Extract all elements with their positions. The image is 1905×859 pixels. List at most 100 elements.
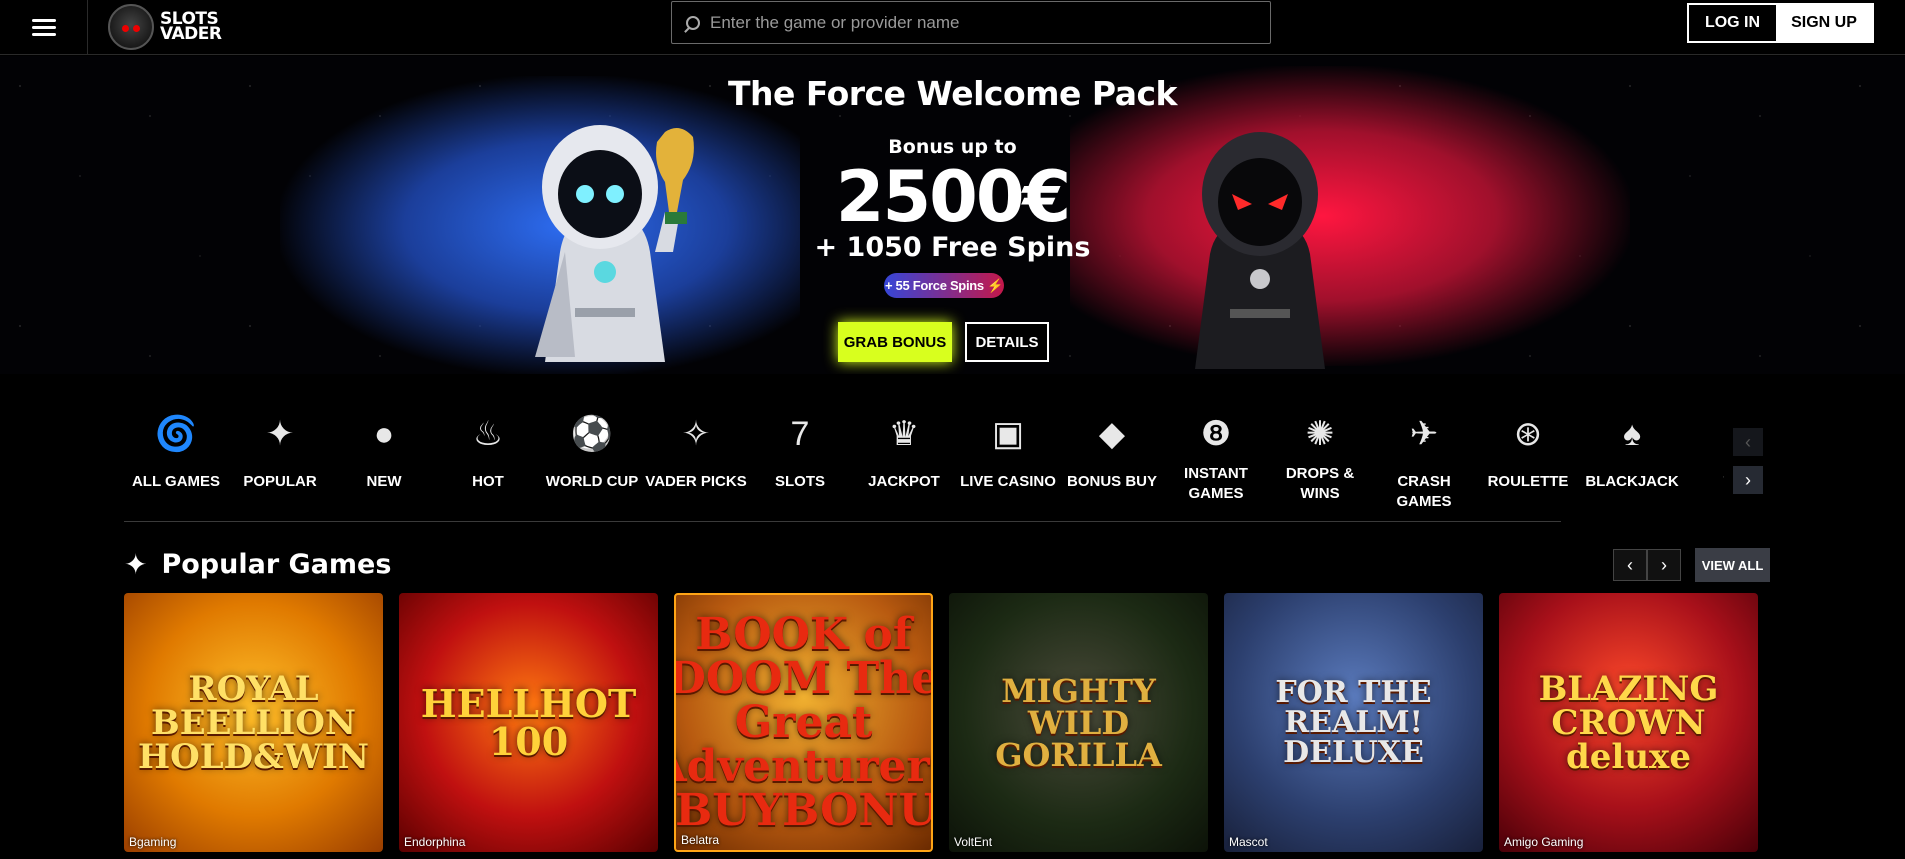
popular-games-controls: ‹ › VIEW ALL [1613, 548, 1770, 582]
category-label: DROPS & WINS [1285, 465, 1355, 502]
site-logo[interactable]: SLOTS VADER [108, 2, 222, 52]
category-label: ALL GAMES [131, 473, 221, 490]
game-card[interactable]: FOR THE REALM! DELUXE Mascot [1224, 593, 1483, 852]
game-title-art: FOR THE REALM! DELUXE [1275, 674, 1432, 770]
chevron-right-icon: › [1661, 554, 1667, 575]
galaxy-icon: 🌀 [154, 415, 198, 453]
games-prev-button[interactable]: ‹ [1613, 549, 1647, 581]
category-label: HOT [472, 473, 504, 490]
category-new[interactable]: ● NEW [332, 410, 436, 520]
game-provider: Belatra [681, 833, 720, 847]
category-label: VADER PICKS [645, 473, 747, 490]
category-label: BLACKJACK [1585, 473, 1679, 490]
login-button[interactable]: LOG IN [1689, 5, 1776, 41]
grab-bonus-button[interactable]: GRAB BONUS [838, 322, 952, 362]
category-label: JACKPOT [868, 473, 940, 490]
game-card[interactable]: BOOK of DOOM The Great Adventurers #BUYB… [674, 593, 933, 852]
vader-helmet-logo-icon [108, 4, 154, 50]
world-cup-2026-icon: ⚽ [570, 415, 614, 453]
menu-hamburger-button[interactable] [0, 0, 88, 55]
category-label: LIVE CASINO [960, 473, 1056, 490]
diamond-dollar-icon: ◆ [1098, 415, 1126, 453]
game-card[interactable]: MIGHTY WILD GORILLA VoltEnt [949, 593, 1208, 852]
logo-line-2: VADER [160, 24, 222, 44]
category-scroll-arrows: ‹ › [1733, 428, 1763, 504]
game-provider: Mascot [1229, 835, 1268, 849]
signup-button[interactable]: SIGN UP [1776, 5, 1872, 41]
chevron-left-icon: ‹ [1627, 554, 1633, 575]
sparkle-icon: ✦ [265, 415, 295, 453]
roulette-wheel-icon: ⊛ [1513, 415, 1543, 453]
category-label: SLOTS [774, 473, 825, 490]
section-title: Popular Games [161, 549, 392, 580]
category-popular[interactable]: ✦ POPULAR [228, 410, 332, 520]
game-card[interactable]: ROYAL BEELLION HOLD&WIN Bgaming [124, 593, 383, 852]
bonus-amount: 2500€ [835, 156, 1072, 238]
category-prev-button[interactable]: ‹ [1733, 428, 1763, 456]
search-input[interactable] [710, 12, 1250, 33]
games-next-button[interactable]: › [1647, 549, 1681, 581]
chevron-right-icon: › [1745, 469, 1751, 490]
category-crash-games[interactable]: ✈ CRASH GAMES [1372, 410, 1476, 520]
game-title-art: BOOK of DOOM The Great Adventurers #BUYB… [674, 608, 933, 836]
popular-games-header: ✦ Popular Games [124, 548, 391, 581]
category-roulette[interactable]: ⊛ ROULETTE [1476, 410, 1580, 520]
auth-buttons: LOG IN SIGN UP [1687, 3, 1874, 43]
popular-games-row: ROYAL BEELLION HOLD&WIN Bgaming HELLHOT 10… [124, 593, 1758, 852]
category-label: INSTANT GAMES [1184, 465, 1248, 502]
category-live-casino[interactable]: ▣ LIVE CASINO [956, 410, 1060, 520]
category-label: CRASH GAMES [1396, 473, 1452, 510]
hero-title: The Force Welcome Pack [728, 74, 1177, 113]
game-title-art: BLAZING CROWN deluxe [1538, 668, 1719, 777]
category-label: WORLD CUP [545, 473, 639, 490]
logo-text: SLOTS VADER [160, 11, 222, 44]
category-blackjack[interactable]: ♠ BLACKJACK [1580, 410, 1684, 520]
hero-banner[interactable]: The Force Welcome Pack Bonus up to 2500€… [0, 56, 1905, 374]
category-bonus-buy[interactable]: ◆ BONUS BUY [1060, 410, 1164, 520]
game-provider: Endorphina [404, 835, 466, 849]
category-jackpot[interactable]: ♛ JACKPOT [852, 410, 956, 520]
spaceship-icon: ✈ [1409, 415, 1439, 453]
playing-cards-icon: ♠ [1622, 415, 1642, 453]
category-hot[interactable]: ♨ HOT [436, 410, 540, 520]
game-card[interactable]: BLAZING CROWN deluxe Amigo Gaming [1499, 593, 1758, 852]
force-spins-badge: + 55 Force Spins ⚡ [884, 273, 1004, 298]
category-next-button[interactable]: › [1733, 466, 1763, 494]
top-bar: SLOTS VADER LOG IN SIGN UP [0, 0, 1905, 55]
jackpot-crown-icon: ♛ [888, 415, 920, 453]
game-title-art: MIGHTY WILD GORILLA [995, 671, 1162, 774]
category-slots[interactable]: 7 SLOTS [748, 410, 852, 520]
category-world-cup[interactable]: ⚽ WORLD CUP [540, 410, 644, 520]
category-vader-picks[interactable]: ✧ VADER PICKS [644, 410, 748, 520]
slot-machine-icon: 7 [790, 415, 810, 453]
view-all-button[interactable]: VIEW ALL [1695, 548, 1770, 582]
category-label: BONUS BUY [1066, 473, 1157, 490]
hamburger-icon [31, 15, 56, 40]
chevron-left-icon: ‹ [1745, 431, 1751, 452]
category-label: NEW [366, 473, 402, 490]
category-drops-wins[interactable]: ✺ DROPS & WINS [1268, 410, 1372, 520]
compass-icon: ✧ [681, 415, 711, 453]
details-button[interactable]: DETAILS [965, 322, 1049, 362]
drops-wins-icon: ✺ [1305, 415, 1335, 453]
game-card[interactable]: HELLHOT 100 Endorphina [399, 593, 658, 852]
game-provider: Bgaming [129, 835, 177, 849]
search-bar[interactable] [671, 1, 1271, 44]
free-spins-text: + 1050 Free Spins [814, 232, 1091, 263]
game-provider: VoltEnt [954, 835, 993, 849]
game-provider: Amigo Gaming [1504, 835, 1584, 849]
game-title-art: HELLHOT 100 [420, 680, 637, 764]
live-dealer-laptop-icon: ▣ [991, 415, 1025, 453]
moon-icon: ● [373, 415, 395, 453]
category-label: POPULAR [243, 473, 317, 490]
category-divider [124, 521, 1561, 522]
category-label: ROULETTE [1487, 473, 1569, 490]
search-icon [686, 15, 700, 30]
game-title-art: ROYAL BEELLION HOLD&WIN [138, 668, 370, 777]
category-strip: 🌀 ALL GAMES ✦ POPULAR ● NEW ♨ HOT ⚽ WORLD CUP ✧ VAD… [124, 410, 1724, 520]
category-all-games[interactable]: 🌀 ALL GAMES [124, 410, 228, 520]
flame-icon: ♨ [472, 415, 504, 453]
sparkle-icon: ✦ [124, 549, 148, 580]
bonus-prefix: Bonus up to [888, 136, 1017, 158]
category-instant-games[interactable]: ❽ INSTANT GAMES [1164, 410, 1268, 520]
